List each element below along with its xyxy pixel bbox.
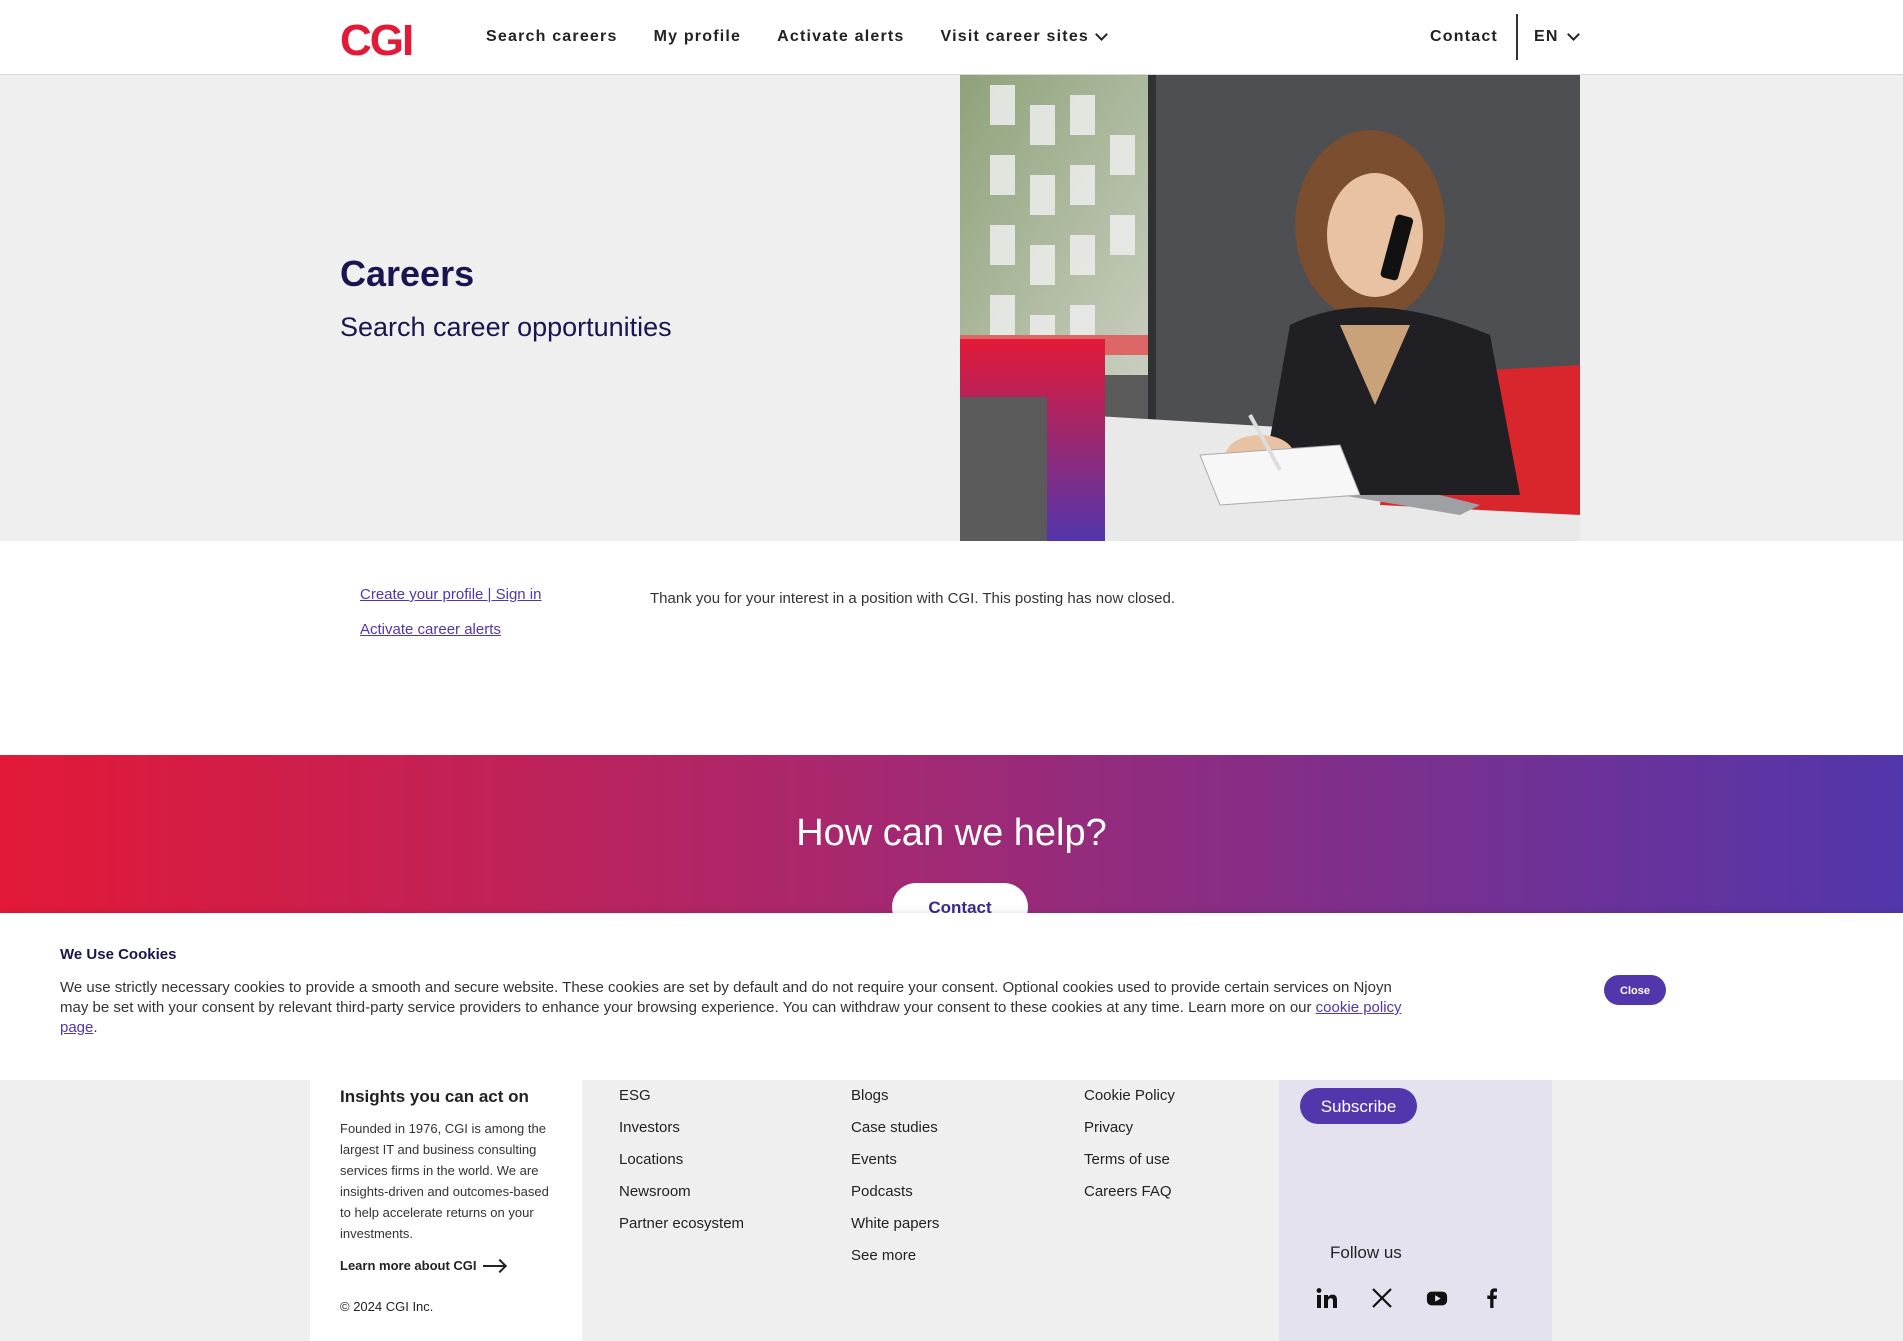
cgi-logo[interactable]: CGI [340, 16, 414, 66]
social-links [1316, 1287, 1503, 1309]
footer-link[interactable]: Partner ecosystem [619, 1214, 744, 1234]
footer-link[interactable]: ESG [619, 1086, 744, 1106]
chevron-down-icon [1566, 28, 1580, 41]
footer-link[interactable]: See more [851, 1246, 939, 1266]
hero-image [960, 75, 1580, 541]
subscribe-panel: Subscribe Follow us [1279, 1080, 1552, 1341]
language-selector[interactable]: EN [1518, 28, 1580, 46]
copyright: © 2024 CGI Inc. [340, 1299, 434, 1314]
chevron-down-icon [1095, 28, 1108, 41]
footer-link[interactable]: Cookie Policy [1084, 1086, 1175, 1106]
x-icon[interactable] [1371, 1287, 1393, 1309]
site-header: CGI Search careers My profile Activate a… [0, 0, 1903, 75]
nav-visit-career-sites[interactable]: Visit career sites [940, 28, 1108, 46]
footer-col-insights: Blogs Case studies Events Podcasts White… [851, 1086, 939, 1278]
footer-link[interactable]: Careers FAQ [1084, 1182, 1175, 1202]
hero-photo [960, 75, 1580, 541]
learn-more-label: Learn more about CGI [340, 1258, 477, 1273]
main-nav: Search careers My profile Activate alert… [486, 28, 1108, 46]
header-utilities: Contact EN [1430, 14, 1580, 60]
language-label: EN [1533, 28, 1559, 45]
about-title: Insights you can act on [340, 1087, 529, 1106]
footer-col-company: ESG Investors Locations Newsroom Partner… [619, 1086, 744, 1246]
cookie-text: We use strictly necessary cookies to pro… [60, 978, 1410, 1038]
subscribe-button[interactable]: Subscribe [1300, 1088, 1417, 1124]
hero-section: Careers Search career opportunities [0, 75, 1903, 541]
footer-link[interactable]: Privacy [1084, 1118, 1175, 1138]
footer-link[interactable]: Events [851, 1150, 939, 1170]
nav-label: Search careers [486, 28, 618, 45]
footer-link[interactable]: Blogs [851, 1086, 939, 1106]
learn-more-link[interactable]: Learn more about CGI [340, 1258, 505, 1273]
nav-search-careers[interactable]: Search careers [486, 28, 618, 46]
footer-link[interactable]: Case studies [851, 1118, 939, 1138]
help-banner: How can we help? Contact [0, 755, 1903, 913]
facebook-icon[interactable] [1481, 1287, 1503, 1309]
footer-link[interactable]: Locations [619, 1150, 744, 1170]
footer-col-legal: Cookie Policy Privacy Terms of use Caree… [1084, 1086, 1175, 1214]
arrow-right-icon [482, 1264, 505, 1267]
activate-career-alerts-link[interactable]: Activate career alerts [360, 621, 542, 638]
header-contact-link[interactable]: Contact [1430, 28, 1516, 46]
cookie-body: We use strictly necessary cookies to pro… [60, 979, 1392, 1016]
nav-my-profile[interactable]: My profile [654, 28, 742, 46]
contact-button[interactable]: Contact [892, 883, 1028, 913]
linkedin-icon[interactable] [1316, 1287, 1338, 1309]
site-footer: Insights you can act on Founded in 1976,… [0, 1080, 1903, 1341]
nav-label: My profile [653, 28, 742, 45]
page-subtitle: Search career opportunities [340, 312, 672, 342]
side-links: Create your profile | Sign in Activate c… [360, 586, 542, 656]
footer-link[interactable]: White papers [851, 1214, 939, 1234]
posting-closed-message: Thank you for your interest in a positio… [650, 590, 1175, 607]
footer-link[interactable]: Investors [619, 1118, 744, 1138]
footer-link[interactable]: Podcasts [851, 1182, 939, 1202]
nav-label: Visit career sites [940, 28, 1090, 45]
cookie-banner: We Use Cookies We use strictly necessary… [0, 913, 1903, 1080]
footer-about: Insights you can act on Founded in 1976,… [310, 1080, 582, 1341]
help-title: How can we help? [796, 812, 1107, 854]
footer-link[interactable]: Newsroom [619, 1182, 744, 1202]
nav-label: Activate alerts [777, 28, 905, 45]
nav-activate-alerts[interactable]: Activate alerts [777, 28, 904, 46]
page-title: Careers [340, 253, 475, 294]
create-profile-signin-link[interactable]: Create your profile | Sign in [360, 586, 542, 603]
cookie-title: We Use Cookies [60, 946, 177, 963]
follow-us-label: Follow us [1330, 1243, 1402, 1262]
cookie-close-button[interactable]: Close [1604, 975, 1666, 1005]
youtube-icon[interactable] [1426, 1287, 1448, 1309]
footer-link[interactable]: Terms of use [1084, 1150, 1175, 1170]
cookie-end: . [93, 1019, 98, 1036]
about-text: Founded in 1976, CGI is among the larges… [340, 1121, 549, 1241]
